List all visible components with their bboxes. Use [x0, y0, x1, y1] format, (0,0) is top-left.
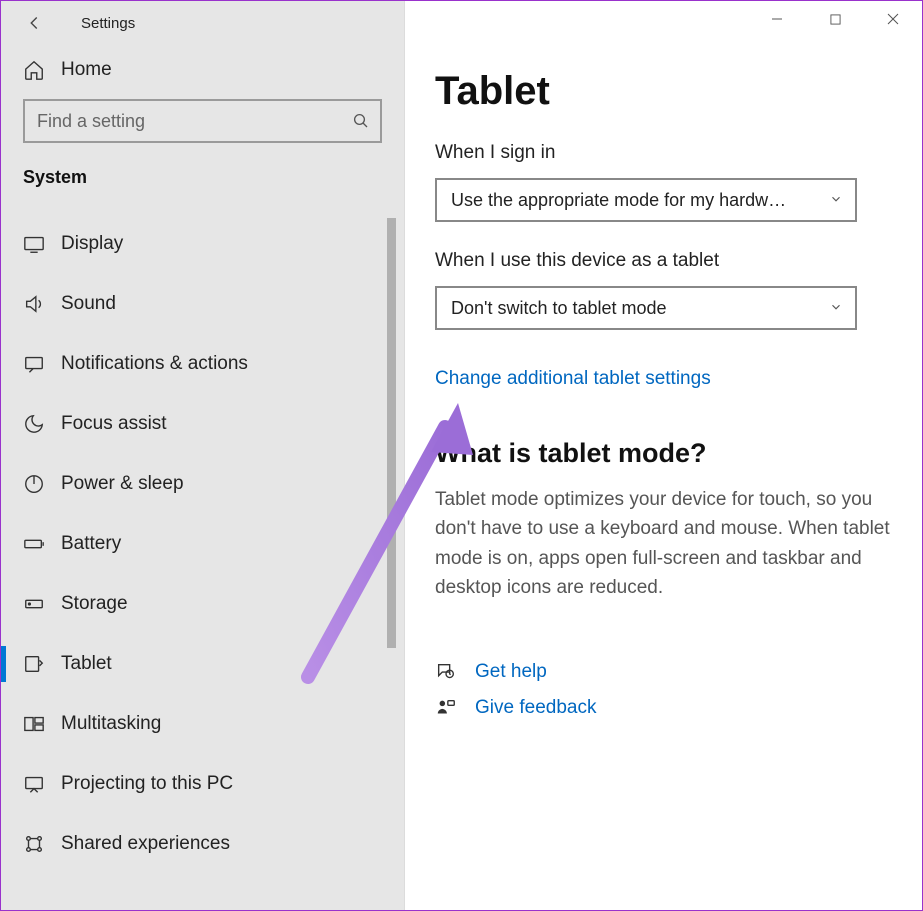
- notifications-icon: [23, 353, 45, 375]
- search-input[interactable]: [37, 111, 352, 132]
- setting-tablet-use: When I use this device as a tablet Don't…: [435, 250, 892, 330]
- sidebar-item-tablet[interactable]: Tablet: [1, 634, 404, 694]
- sidebar-item-focus-assist[interactable]: Focus assist: [1, 394, 404, 454]
- multitasking-icon: [23, 713, 45, 735]
- sidebar-item-shared-experiences[interactable]: Shared experiences: [1, 814, 404, 874]
- projecting-icon: [23, 773, 45, 795]
- give-feedback-row[interactable]: Give feedback: [435, 697, 892, 719]
- sidebar-item-label: Sound: [61, 293, 116, 315]
- section-heading: What is tablet mode?: [435, 438, 892, 469]
- search-box[interactable]: [23, 99, 382, 143]
- window-controls: [748, 1, 922, 37]
- battery-icon: [23, 533, 45, 555]
- give-feedback-link: Give feedback: [475, 697, 596, 719]
- dropdown-value: Don't switch to tablet mode: [451, 298, 667, 319]
- close-button[interactable]: [864, 1, 922, 37]
- app-title: Settings: [81, 15, 135, 32]
- nav-home[interactable]: Home: [1, 45, 404, 99]
- change-additional-settings-link[interactable]: Change additional tablet settings: [435, 368, 711, 390]
- home-label: Home: [61, 59, 112, 81]
- sidebar-item-label: Power & sleep: [61, 473, 184, 495]
- section-body: Tablet mode optimizes your device for to…: [435, 485, 892, 603]
- sidebar-item-label: Notifications & actions: [61, 353, 248, 375]
- maximize-button[interactable]: [806, 1, 864, 37]
- sidebar-item-label: Display: [61, 233, 123, 255]
- titlebar: Settings: [1, 1, 404, 45]
- home-icon: [23, 59, 45, 81]
- feedback-icon: [435, 697, 457, 719]
- sidebar-item-label: Storage: [61, 593, 128, 615]
- focus-assist-icon: [23, 413, 45, 435]
- sign-in-dropdown[interactable]: Use the appropriate mode for my hardw…: [435, 178, 857, 222]
- main-pane: Tablet When I sign in Use the appropriat…: [405, 1, 922, 910]
- get-help-row[interactable]: Get help: [435, 661, 892, 683]
- sidebar-item-label: Focus assist: [61, 413, 167, 435]
- sidebar-item-multitasking[interactable]: Multitasking: [1, 694, 404, 754]
- tablet-icon: [23, 653, 45, 675]
- sidebar-item-label: Shared experiences: [61, 833, 230, 855]
- setting-label: When I use this device as a tablet: [435, 250, 892, 272]
- shared-experiences-icon: [23, 833, 45, 855]
- sidebar-item-notifications[interactable]: Notifications & actions: [1, 334, 404, 394]
- chevron-down-icon: [829, 298, 843, 319]
- sidebar-item-storage[interactable]: Storage: [1, 574, 404, 634]
- sidebar-item-battery[interactable]: Battery: [1, 514, 404, 574]
- display-icon: [23, 233, 45, 255]
- storage-icon: [23, 593, 45, 615]
- power-icon: [23, 473, 45, 495]
- setting-label: When I sign in: [435, 142, 892, 164]
- category-label: System: [1, 163, 404, 214]
- search-wrap: [1, 99, 404, 163]
- sidebar-item-power-sleep[interactable]: Power & sleep: [1, 454, 404, 514]
- chevron-down-icon: [829, 190, 843, 211]
- sidebar-item-label: Tablet: [61, 653, 112, 675]
- setting-sign-in: When I sign in Use the appropriate mode …: [435, 142, 892, 222]
- search-icon: [352, 112, 370, 130]
- nav-list: Display Sound Notifications & actions Fo…: [1, 214, 404, 910]
- get-help-link: Get help: [475, 661, 547, 683]
- help-icon: [435, 661, 457, 683]
- sidebar-item-projecting[interactable]: Projecting to this PC: [1, 754, 404, 814]
- sound-icon: [23, 293, 45, 315]
- back-arrow-icon[interactable]: [23, 12, 45, 34]
- sidebar: Settings Home System Display: [1, 1, 405, 910]
- sidebar-item-label: Projecting to this PC: [61, 773, 233, 795]
- dropdown-value: Use the appropriate mode for my hardw…: [451, 190, 786, 211]
- minimize-button[interactable]: [748, 1, 806, 37]
- sidebar-item-display[interactable]: Display: [1, 214, 404, 274]
- sidebar-item-label: Multitasking: [61, 713, 161, 735]
- sidebar-item-sound[interactable]: Sound: [1, 274, 404, 334]
- tablet-use-dropdown[interactable]: Don't switch to tablet mode: [435, 286, 857, 330]
- sidebar-item-label: Battery: [61, 533, 121, 555]
